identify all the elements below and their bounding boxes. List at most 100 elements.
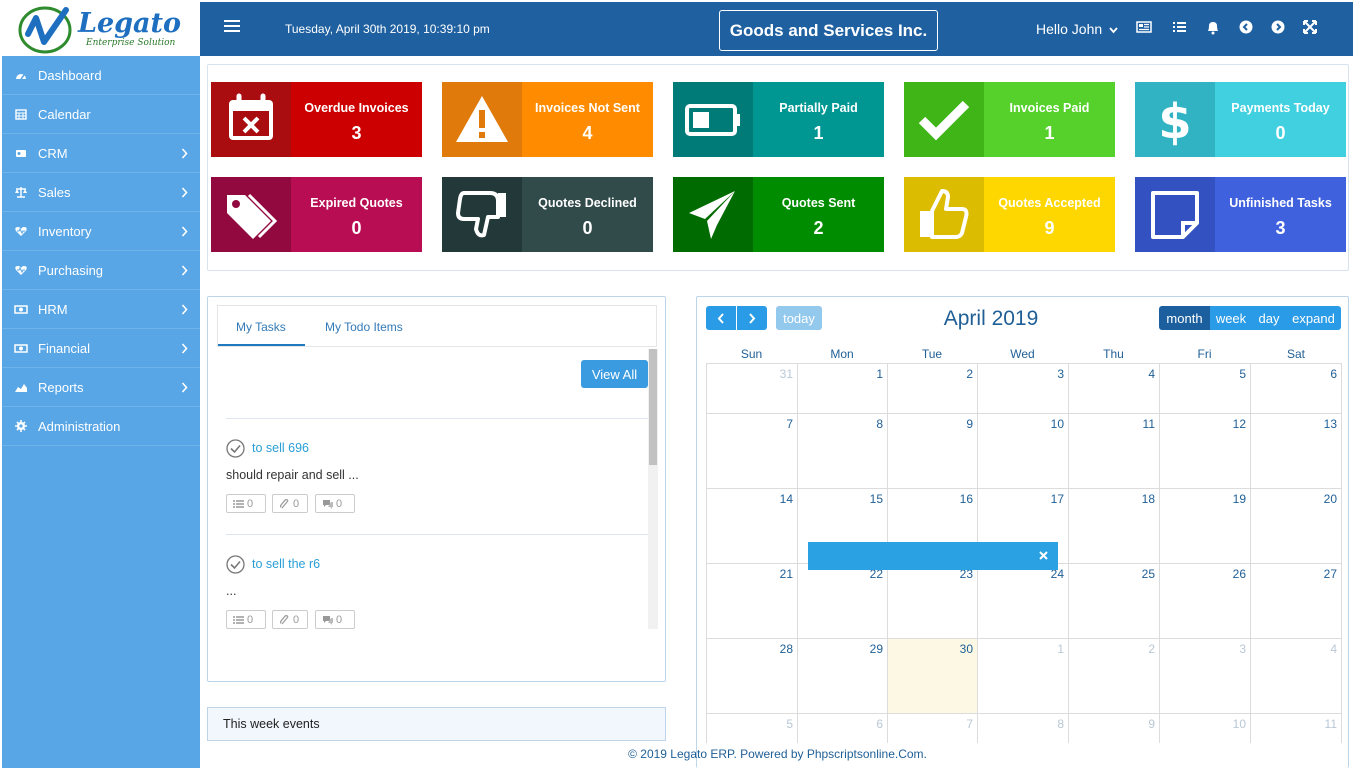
arrow-left-circle-icon[interactable] xyxy=(1237,18,1255,36)
stat-tile-unfinished-tasks[interactable]: Unfinished Tasks 3 xyxy=(1135,177,1346,252)
list-icon[interactable] xyxy=(1170,18,1188,36)
calendar-next-button[interactable] xyxy=(737,306,767,330)
calendar-day-cell[interactable]: 24 xyxy=(977,563,1068,638)
task-comments-count[interactable]: 0 xyxy=(315,610,355,629)
arrow-right-circle-icon[interactable] xyxy=(1269,18,1287,36)
stat-tile-expired-quotes[interactable]: Expired Quotes 0 xyxy=(211,177,422,252)
stat-tile-invoices-paid[interactable]: Invoices Paid 1 xyxy=(904,82,1115,157)
bell-icon[interactable] xyxy=(1204,18,1222,36)
stat-tile-invoices-not-sent[interactable]: Invoices Not Sent 4 xyxy=(442,82,653,157)
task-paperclip-count[interactable]: 0 xyxy=(272,610,308,629)
calendar-day-cell[interactable]: 10 xyxy=(977,413,1068,488)
calendar-day-cell[interactable]: 12 xyxy=(1159,413,1250,488)
calendar-day-cell[interactable]: 2 xyxy=(1068,638,1159,713)
menu-toggle-icon[interactable] xyxy=(224,20,240,34)
calendar-today-button[interactable]: today xyxy=(776,306,822,330)
calendar-prev-button[interactable] xyxy=(706,306,736,330)
task-list-count[interactable]: 0 xyxy=(226,494,266,513)
sidebar-item-dashboard[interactable]: Dashboard xyxy=(2,56,200,95)
calendar-day-cell[interactable]: 22 xyxy=(797,563,887,638)
calendar-day-cell[interactable]: 19 xyxy=(1159,488,1250,563)
task-title[interactable]: to sell 696 xyxy=(252,441,309,455)
calendar-day-cell[interactable]: 7 xyxy=(887,713,977,743)
calendar-day-cell[interactable]: 4 xyxy=(1250,638,1342,713)
view-month-button[interactable]: month xyxy=(1159,306,1210,330)
chevron-left-icon xyxy=(717,312,724,324)
count-value: 0 xyxy=(336,613,343,626)
sidebar-item-sales[interactable]: Sales xyxy=(2,173,200,212)
area-chart-icon xyxy=(15,384,27,392)
stat-value: 1 xyxy=(813,123,824,143)
sidebar-item-inventory[interactable]: Inventory xyxy=(2,212,200,251)
calendar-day-cell[interactable]: 9 xyxy=(887,413,977,488)
tab-my-tasks[interactable]: My Tasks xyxy=(236,320,286,334)
calendar-day-cell[interactable]: 8 xyxy=(797,413,887,488)
calendar-day-cell[interactable]: 13 xyxy=(1250,413,1342,488)
calendar-day-cell[interactable]: 27 xyxy=(1250,563,1342,638)
calendar-day-cell[interactable]: 29 xyxy=(797,638,887,713)
stat-tile-quotes-declined[interactable]: Quotes Declined 0 xyxy=(442,177,653,252)
calendar-day-cell[interactable]: 6 xyxy=(797,713,887,743)
calendar-day-cell[interactable]: 23 xyxy=(887,563,977,638)
calendar-day-cell[interactable]: 14 xyxy=(706,488,797,563)
view-all-button[interactable]: View All xyxy=(581,360,648,388)
calendar-day-cell[interactable]: 5 xyxy=(706,713,797,743)
view-day-button[interactable]: day xyxy=(1252,306,1286,330)
calendar-day-cell[interactable]: 11 xyxy=(1250,713,1342,743)
sidebar-item-purchasing[interactable]: Purchasing xyxy=(2,251,200,290)
calendar-event[interactable] xyxy=(808,542,1058,570)
scrollbar-thumb[interactable] xyxy=(649,349,657,465)
warning-icon xyxy=(456,95,508,142)
count-value: 0 xyxy=(247,613,254,626)
calendar-day-cell[interactable]: 8 xyxy=(977,713,1068,743)
user-greeting: Hello John xyxy=(1036,21,1103,37)
check-circle-icon[interactable] xyxy=(226,439,245,458)
newspaper-icon[interactable] xyxy=(1135,18,1153,36)
check-circle-icon[interactable] xyxy=(226,555,245,574)
stat-tile-partially-paid[interactable]: Partially Paid 1 xyxy=(673,82,884,157)
sidebar-item-hrm[interactable]: HRM xyxy=(2,290,200,329)
task-title[interactable]: to sell the r6 xyxy=(252,557,320,571)
stat-tile-overdue-invoices[interactable]: Overdue Invoices 3 xyxy=(211,82,422,157)
calendar-day-cell[interactable]: 20 xyxy=(1250,488,1342,563)
stat-text-box: Payments Today 0 xyxy=(1215,82,1346,157)
calendar-day-cell[interactable]: 9 xyxy=(1068,713,1159,743)
calendar-day-cell[interactable]: 25 xyxy=(1068,563,1159,638)
calendar-day-cell[interactable]: 21 xyxy=(706,563,797,638)
stat-tile-payments-today[interactable]: $ Payments Today 0 xyxy=(1135,82,1346,157)
sidebar-item-reports[interactable]: Reports xyxy=(2,368,200,407)
task-separator xyxy=(226,418,648,419)
fullscreen-icon[interactable] xyxy=(1301,18,1319,36)
close-icon[interactable] xyxy=(1039,551,1048,560)
tasks-panel: My Tasks My Todo Items View All to sell … xyxy=(207,296,666,682)
calendar-day-cell[interactable]: 18 xyxy=(1068,488,1159,563)
view-expand-button[interactable]: expand xyxy=(1286,306,1341,330)
sidebar-item-calendar[interactable]: Calendar xyxy=(2,95,200,134)
view-week-button[interactable]: week xyxy=(1210,306,1252,330)
calendar-day-cell[interactable]: 30 xyxy=(887,638,977,713)
calendar-day-cell[interactable]: 26 xyxy=(1159,563,1250,638)
task-comments-count[interactable]: 0 xyxy=(315,494,355,513)
legato-logo-icon xyxy=(18,6,72,54)
calendar-day-cell[interactable]: 3 xyxy=(1159,638,1250,713)
stat-text-box: Partially Paid 1 xyxy=(753,82,884,157)
stat-tile-quotes-sent[interactable]: Quotes Sent 2 xyxy=(673,177,884,252)
stat-label: Payments Today xyxy=(1231,101,1330,115)
task-paperclip-count[interactable]: 0 xyxy=(272,494,308,513)
sidebar-item-crm[interactable]: CRM xyxy=(2,134,200,173)
stat-icon-box xyxy=(673,82,753,157)
calendar-day-cell[interactable]: 10 xyxy=(1159,713,1250,743)
stat-tile-quotes-accepted[interactable]: Quotes Accepted 9 xyxy=(904,177,1115,252)
calendar-day-cell[interactable]: 28 xyxy=(706,638,797,713)
task-list-count[interactable]: 0 xyxy=(226,610,266,629)
weekday-header: Sun xyxy=(740,347,763,361)
brand-logo[interactable]: Legato Enterprise Solution xyxy=(2,2,200,56)
calendar-day-cell[interactable]: 1 xyxy=(977,638,1068,713)
sidebar-item-administration[interactable]: Administration xyxy=(2,407,200,446)
user-menu[interactable]: Hello John xyxy=(1036,21,1118,37)
sidebar-item-financial[interactable]: Financial xyxy=(2,329,200,368)
tab-my-todo-items[interactable]: My Todo Items xyxy=(325,320,403,334)
comments-icon xyxy=(323,499,333,509)
calendar-day-cell[interactable]: 7 xyxy=(706,413,797,488)
calendar-day-cell[interactable]: 11 xyxy=(1068,413,1159,488)
